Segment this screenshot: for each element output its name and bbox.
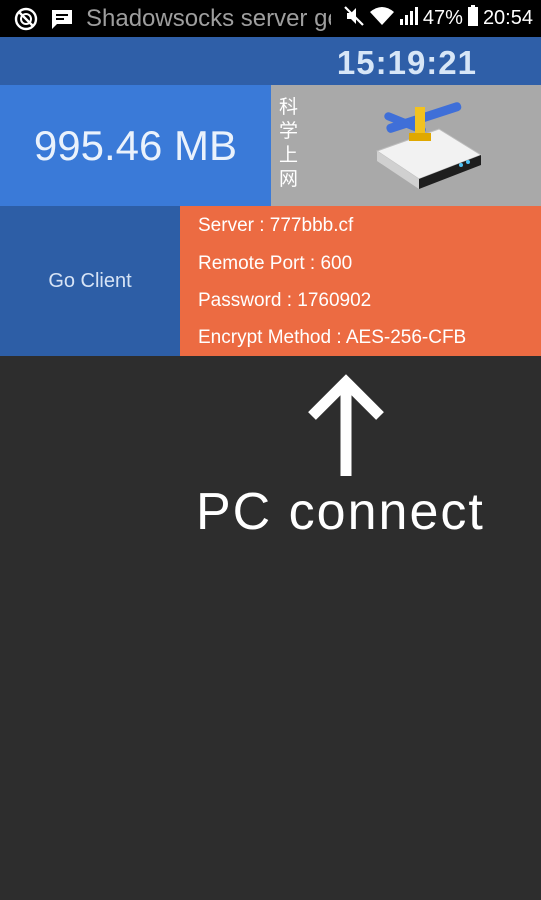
app-notification-icon xyxy=(14,0,38,37)
clock: 15:19:21 xyxy=(336,44,477,81)
traffic-tile[interactable]: 995.46 MB xyxy=(0,85,271,206)
status-time: 20:54 xyxy=(482,7,533,29)
up-arrow-icon xyxy=(306,374,386,483)
notification-title: Shadowsocks server generator xyxy=(86,5,331,32)
server-info-tile[interactable]: Server : 777bbb.cf Remote Port : 600 Pas… xyxy=(180,206,541,356)
signal-icon xyxy=(399,5,419,33)
message-icon xyxy=(50,0,74,37)
banner-tile[interactable]: 科学上网 xyxy=(271,85,541,206)
go-client-button[interactable]: Go Client xyxy=(0,206,180,356)
battery-icon xyxy=(467,4,479,33)
remote-port: Remote Port : 600 xyxy=(198,253,353,274)
battery-percent: 47% xyxy=(422,7,463,29)
mute-icon xyxy=(343,5,365,33)
password: Password : 1760902 xyxy=(198,290,372,311)
pc-connect-label: PC connect xyxy=(196,483,485,541)
network-router-icon xyxy=(369,93,489,198)
status-bar: Shadowsocks server generator 47% xyxy=(0,0,541,37)
server-address: Server : 777bbb.cf xyxy=(198,215,354,236)
traffic-value: 995.46 MB xyxy=(33,121,238,169)
status-indicators: 47% 20:54 xyxy=(343,0,533,37)
banner-vertical-text: 科学上网 xyxy=(279,96,299,190)
encrypt-method: Encrypt Method : AES-256-CFB xyxy=(198,327,467,348)
go-client-label: Go Client xyxy=(48,269,132,292)
clock-bar: 15:19:21 xyxy=(0,37,541,85)
wifi-icon xyxy=(369,5,395,33)
